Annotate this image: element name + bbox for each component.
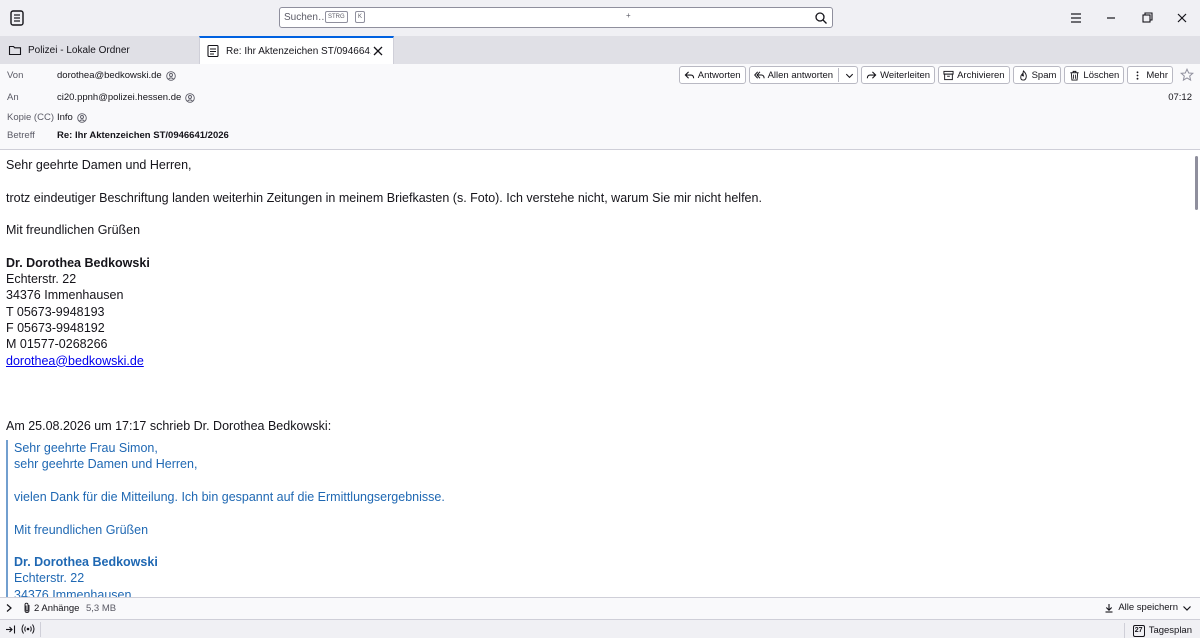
shortcut-key-k: K — [355, 11, 366, 23]
chevron-down-icon[interactable] — [844, 70, 855, 81]
tabs-bar: Polizei - Lokale Ordner Re: Ihr Aktenzei… — [0, 36, 1200, 64]
trash-icon — [1070, 70, 1080, 81]
reply-label: Antworten — [697, 69, 741, 81]
search-placeholder: Suchen… — [284, 12, 328, 23]
delete-label: Löschen — [1083, 69, 1120, 81]
to-field[interactable]: ci20.ppnh@polizei.hessen.de — [57, 92, 196, 103]
from-label: Von — [7, 70, 24, 81]
signature-name: Dr. Dorothea Bedkowski — [6, 255, 150, 270]
tab-label: Re: Ihr Aktenzeichen ST/0946641/2026 — [226, 45, 371, 57]
status-bar: 27 Tagesplan — [0, 619, 1200, 638]
signature-email-link[interactable]: dorothea@bedkowski.de — [6, 354, 144, 368]
signature-phone: T 05673-9948193 — [6, 304, 105, 319]
attachment-bar[interactable]: 2 Anhänge 5,3 MB Alle speichern — [0, 597, 1200, 619]
spam-label: Spam — [1031, 69, 1057, 81]
signature-mobile: M 01577-0268266 — [6, 337, 108, 352]
delete-button[interactable]: Löschen — [1064, 66, 1125, 84]
online-status-icon[interactable] — [21, 623, 35, 635]
today-pane-button[interactable]: 27 Tagesplan — [1123, 623, 1192, 638]
more-label: Mehr — [1146, 69, 1168, 81]
close-window-icon[interactable] — [1173, 9, 1191, 27]
forward-icon — [866, 70, 877, 79]
save-all-button[interactable]: Alle speichern — [1104, 602, 1178, 613]
scrollbar-thumb[interactable] — [1195, 156, 1198, 210]
message-time: 07:12 — [1168, 92, 1192, 103]
message-body: Sehr geehrte Damen und Herren, trotz ein… — [0, 151, 1194, 597]
more-button[interactable]: Mehr — [1127, 66, 1173, 84]
quote-greeting-1: Sehr geehrte Frau Simon, — [14, 441, 158, 456]
subject-value: Re: Ihr Aktenzeichen ST/0946641/2026 — [57, 130, 229, 141]
quote-text: vielen Dank für die Mitteilung. Ich bin … — [14, 489, 445, 504]
message-actions: Antworten Allen antworten Weiterleiten A… — [678, 66, 1194, 84]
search-icon[interactable] — [814, 11, 828, 25]
quote-greeting-2: sehr geehrte Damen und Herren, — [14, 457, 198, 472]
add-contact-icon[interactable] — [185, 92, 196, 103]
search-input[interactable]: Suchen… STRG + K — [279, 7, 833, 28]
from-field[interactable]: dorothea@bedkowski.de — [57, 70, 176, 81]
quote-header: Am 25.08.2026 um 17:17 schrieb Dr. Dorot… — [6, 418, 332, 433]
add-contact-icon[interactable] — [165, 70, 176, 81]
quote-signature-city: 34376 Immenhausen — [14, 587, 132, 597]
cc-value[interactable]: Info — [57, 112, 73, 123]
tab-label: Polizei - Lokale Ordner — [28, 44, 130, 56]
close-tab-icon[interactable] — [371, 44, 385, 58]
quote-closing: Mit freundlichen Grüßen — [14, 522, 149, 537]
minimize-icon[interactable] — [1102, 9, 1120, 27]
download-icon — [1105, 603, 1113, 613]
message-header: Von dorothea@bedkowski.de An ci20.ppnh@p… — [0, 64, 1200, 150]
quote-signature-name: Dr. Dorothea Bedkowski — [14, 555, 158, 570]
restore-icon[interactable] — [1138, 9, 1156, 27]
forward-button[interactable]: Weiterleiten — [861, 66, 936, 84]
archive-icon — [943, 70, 954, 80]
signature-street: Echterstr. 22 — [6, 272, 77, 287]
subject-label: Betreff — [7, 130, 35, 141]
signature-city: 34376 Immenhausen — [6, 288, 124, 303]
star-icon[interactable] — [1180, 68, 1194, 82]
archive-button[interactable]: Archivieren — [938, 66, 1010, 84]
attachment-size: 5,3 MB — [86, 603, 117, 614]
archive-label: Archivieren — [957, 69, 1005, 81]
save-all-label: Alle speichern — [1118, 602, 1178, 613]
shortcut-plus: + — [626, 11, 631, 20]
quoted-message: Sehr geehrte Frau Simon, sehr geehrte Da… — [6, 440, 1194, 597]
reply-all-icon — [753, 70, 765, 79]
body-closing: Mit freundlichen Grüßen — [6, 223, 141, 238]
cc-field[interactable]: Info — [57, 112, 87, 123]
add-contact-icon[interactable] — [77, 112, 87, 123]
tab-folder[interactable]: Polizei - Lokale Ordner — [0, 36, 198, 64]
today-pane-label: Tagesplan — [1148, 625, 1192, 636]
quote-signature-street: Echterstr. 22 — [14, 571, 85, 586]
body-text: trotz eindeutiger Beschriftung landen we… — [6, 190, 762, 205]
tab-message[interactable]: Re: Ihr Aktenzeichen ST/0946641/2026 — [199, 36, 394, 64]
title-bar: Suchen… STRG + K — [0, 0, 1200, 36]
chevron-down-icon[interactable] — [1182, 603, 1192, 613]
attachment-count: 2 Anhänge — [34, 603, 80, 614]
hamburger-menu-icon[interactable] — [1067, 9, 1085, 27]
reply-all-label: Allen antworten — [767, 69, 834, 81]
shortcut-key-ctrl: STRG — [325, 11, 348, 23]
more-vertical-icon — [1136, 70, 1139, 80]
spam-button[interactable]: Spam — [1012, 66, 1062, 84]
reply-all-button[interactable]: Allen antworten — [748, 66, 859, 84]
to-label: An — [7, 92, 19, 103]
reply-button[interactable]: Antworten — [678, 66, 746, 84]
calendar-icon: 27 — [1132, 624, 1145, 637]
message-icon — [207, 44, 219, 58]
forward-label: Weiterleiten — [880, 69, 931, 81]
paperclip-icon — [24, 602, 30, 613]
chevron-right-icon[interactable] — [4, 603, 14, 613]
to-value[interactable]: ci20.ppnh@polizei.hessen.de — [57, 92, 181, 103]
body-greeting: Sehr geehrte Damen und Herren, — [6, 158, 192, 172]
reply-icon — [684, 70, 694, 79]
app-menu-icon[interactable] — [7, 8, 27, 28]
spam-flame-icon — [1019, 69, 1027, 81]
from-value[interactable]: dorothea@bedkowski.de — [57, 70, 162, 81]
cc-label: Kopie (CC) — [7, 112, 54, 123]
folder-icon — [8, 45, 22, 56]
signature-fax: F 05673-9948192 — [6, 320, 105, 335]
expand-panel-icon[interactable] — [5, 624, 16, 635]
